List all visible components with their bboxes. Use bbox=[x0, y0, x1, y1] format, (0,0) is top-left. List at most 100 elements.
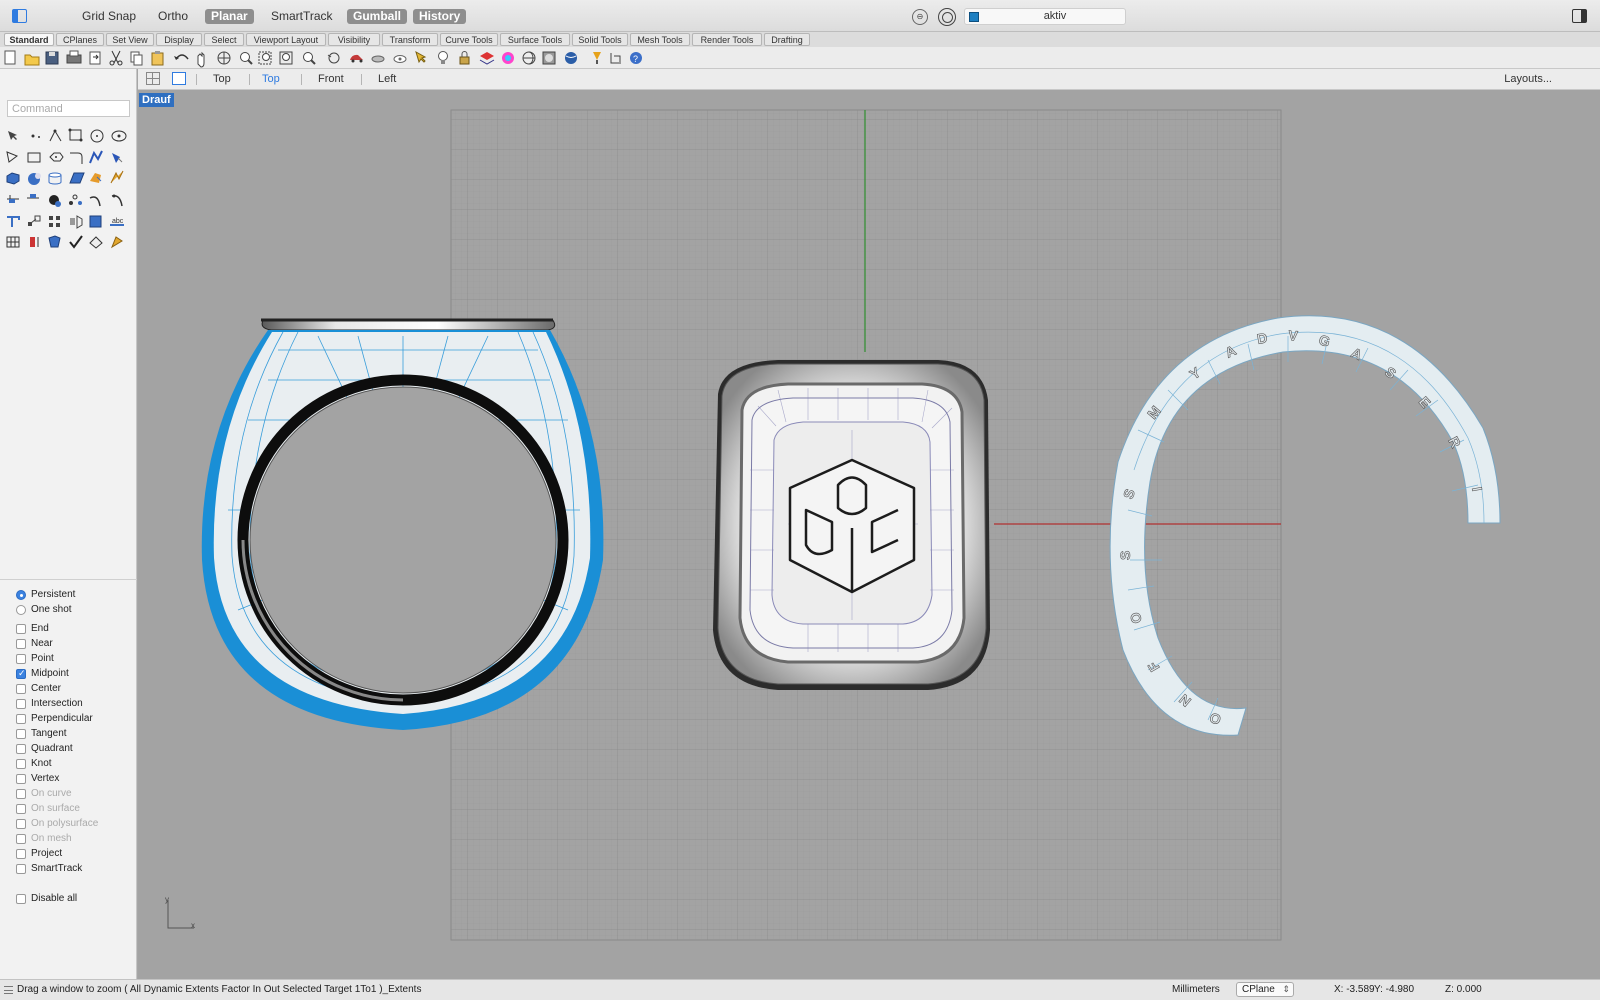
polygon-icon[interactable] bbox=[49, 152, 64, 162]
cylinder-icon[interactable] bbox=[48, 172, 62, 185]
polyline-icon[interactable] bbox=[49, 129, 62, 142]
tab-display[interactable]: Display bbox=[156, 33, 202, 46]
box-icon[interactable] bbox=[6, 172, 20, 185]
zoom-selected-icon[interactable] bbox=[303, 52, 316, 65]
checkbox-midpoint[interactable] bbox=[16, 667, 26, 680]
polygon-select-icon[interactable] bbox=[6, 151, 19, 163]
curve-icon[interactable] bbox=[68, 128, 83, 142]
show-icon[interactable] bbox=[393, 55, 407, 63]
radio-one-shot[interactable] bbox=[16, 605, 26, 615]
group-icon[interactable] bbox=[69, 194, 82, 205]
tab-mesh-tools[interactable]: Mesh Tools bbox=[630, 33, 690, 46]
curve-blend-icon[interactable] bbox=[111, 194, 123, 207]
new-icon[interactable] bbox=[4, 50, 16, 65]
menu-grip-icon[interactable] bbox=[4, 986, 13, 994]
layer-icon[interactable] bbox=[479, 52, 495, 65]
tab-solid-tools[interactable]: Solid Tools bbox=[572, 33, 628, 46]
zoom-window-icon[interactable] bbox=[258, 51, 272, 65]
render-icon[interactable] bbox=[522, 51, 536, 65]
signet-top-view[interactable] bbox=[713, 360, 990, 690]
tab-curve-tools[interactable]: Curve Tools bbox=[440, 33, 498, 46]
select-arrow-icon[interactable] bbox=[8, 131, 17, 140]
checkbox-disable-all[interactable] bbox=[16, 894, 26, 904]
checkbox-point[interactable] bbox=[16, 654, 26, 664]
checkbox-perpendicular[interactable] bbox=[16, 714, 26, 724]
print-icon[interactable] bbox=[66, 50, 82, 64]
tab-select[interactable]: Select bbox=[204, 33, 244, 46]
zoom-extents-icon[interactable] bbox=[279, 51, 293, 65]
circle-icon[interactable] bbox=[90, 129, 104, 143]
checkbox-end[interactable] bbox=[16, 624, 26, 634]
environment-icon[interactable] bbox=[565, 52, 577, 64]
tab-cplanes[interactable]: CPlanes bbox=[56, 33, 104, 46]
record-icon[interactable] bbox=[938, 8, 956, 26]
checkbox-project[interactable] bbox=[16, 849, 26, 859]
loft-icon[interactable] bbox=[90, 173, 102, 183]
boolean-diff-icon[interactable] bbox=[27, 194, 39, 199]
rebuild-icon[interactable] bbox=[89, 150, 103, 164]
lightbulb-icon[interactable] bbox=[438, 51, 448, 65]
select-icon[interactable] bbox=[415, 50, 427, 64]
ring-side-view[interactable] bbox=[201, 318, 604, 730]
pan-icon[interactable] bbox=[197, 51, 205, 68]
viewport-tab-top-1[interactable]: Top bbox=[213, 73, 231, 85]
history-toggle[interactable]: History bbox=[413, 9, 467, 24]
text-icon[interactable]: abc bbox=[110, 218, 124, 226]
help-icon[interactable]: ? bbox=[630, 52, 642, 64]
viewport-tab-front[interactable]: Front bbox=[318, 73, 344, 85]
checkbox-knot[interactable] bbox=[16, 759, 26, 769]
tab-standard[interactable]: Standard bbox=[4, 33, 54, 46]
osnap-icon[interactable]: ⊖ bbox=[912, 9, 928, 25]
ortho-toggle[interactable]: Ortho bbox=[152, 9, 194, 24]
lock-icon[interactable] bbox=[459, 51, 470, 65]
analysis-icon[interactable] bbox=[48, 235, 61, 248]
scale-icon[interactable] bbox=[28, 215, 41, 226]
tab-surface-tools[interactable]: Surface Tools bbox=[500, 33, 570, 46]
solid-box-icon[interactable] bbox=[89, 215, 102, 228]
save-icon[interactable] bbox=[45, 51, 59, 65]
tab-viewport-layout[interactable]: Viewport Layout bbox=[246, 33, 326, 46]
brush-icon[interactable] bbox=[112, 153, 123, 163]
zoom-icon[interactable] bbox=[240, 52, 253, 65]
tab-transform[interactable]: Transform bbox=[382, 33, 438, 46]
open-icon[interactable] bbox=[24, 54, 40, 66]
layer-selector[interactable]: aktiv bbox=[964, 8, 1126, 25]
checkbox-tangent[interactable] bbox=[16, 729, 26, 739]
checkbox-center[interactable] bbox=[16, 684, 26, 694]
rectangle-icon[interactable] bbox=[27, 152, 41, 163]
undo-icon[interactable] bbox=[174, 54, 189, 60]
grid-snap-toggle[interactable]: Grid Snap bbox=[76, 9, 142, 24]
paste-icon[interactable] bbox=[151, 51, 164, 66]
sidebar-toggle-icon[interactable] bbox=[12, 9, 27, 23]
sweep-icon[interactable] bbox=[110, 170, 124, 184]
checkbox-smarttrack[interactable] bbox=[16, 864, 26, 874]
cut-icon[interactable] bbox=[109, 50, 123, 66]
command-input[interactable] bbox=[7, 100, 130, 117]
material-icon[interactable] bbox=[542, 51, 556, 65]
smarttrack-toggle[interactable]: SmartTrack bbox=[265, 9, 339, 24]
checkbox-quadrant[interactable] bbox=[16, 744, 26, 754]
radio-persistent[interactable] bbox=[16, 590, 26, 600]
planar-toggle[interactable]: Planar bbox=[205, 9, 254, 24]
check-icon[interactable] bbox=[69, 235, 83, 249]
checkbox-vertex[interactable] bbox=[16, 774, 26, 784]
viewport-tab-left[interactable]: Left bbox=[378, 73, 396, 85]
render-preview-icon[interactable] bbox=[89, 236, 103, 249]
car-icon[interactable] bbox=[350, 54, 363, 63]
paint-icon[interactable] bbox=[110, 236, 123, 249]
cplane-select[interactable]: CPlane bbox=[1236, 982, 1294, 997]
ellipse-icon[interactable] bbox=[111, 130, 127, 142]
material-ball-icon[interactable] bbox=[49, 195, 61, 207]
single-viewport-icon[interactable] bbox=[172, 72, 186, 85]
four-viewports-icon[interactable] bbox=[146, 72, 160, 85]
gumball-toggle[interactable]: Gumball bbox=[347, 9, 408, 24]
grid-icon[interactable] bbox=[6, 236, 20, 248]
boolean-union-icon[interactable] bbox=[7, 195, 19, 203]
rotate-view-icon[interactable] bbox=[217, 51, 231, 65]
dimension-icon[interactable] bbox=[610, 53, 621, 64]
hide-icon[interactable] bbox=[371, 55, 385, 63]
extrude-icon[interactable] bbox=[69, 172, 85, 184]
properties-icon[interactable] bbox=[593, 52, 601, 64]
curve-arc-icon[interactable] bbox=[89, 196, 101, 207]
checkbox-near[interactable] bbox=[16, 639, 26, 649]
